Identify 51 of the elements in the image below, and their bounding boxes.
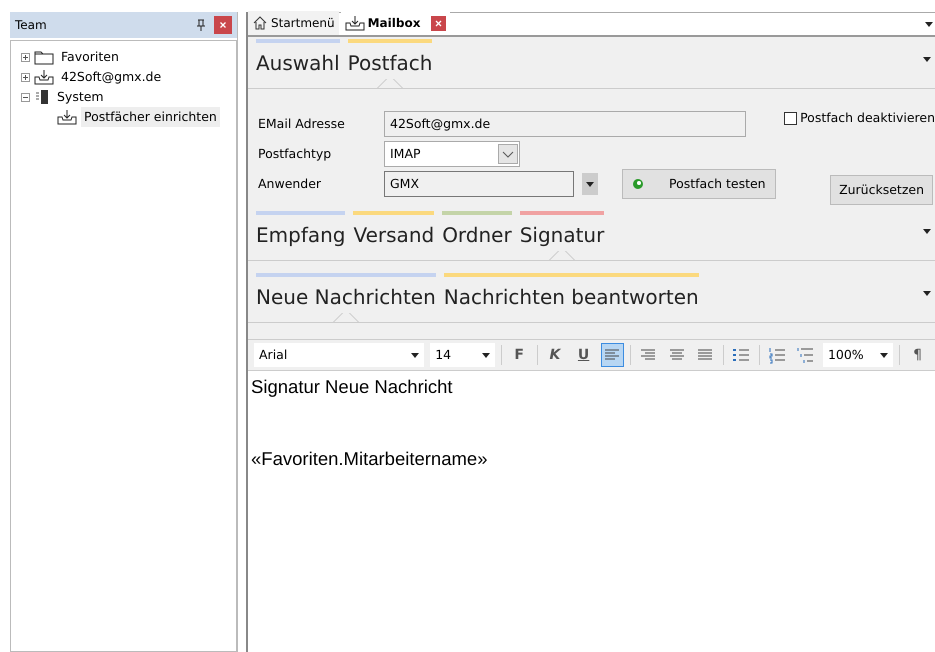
editor-text-line: «Favoriten.Mitarbeitername» — [251, 447, 488, 471]
dropdown-button[interactable] — [582, 173, 598, 195]
dropdown-icon[interactable] — [923, 291, 931, 296]
size-dropdown[interactable]: 14 — [430, 343, 495, 367]
text-field[interactable]: 42Soft@gmx.de — [384, 111, 746, 137]
dropdown-icon[interactable] — [925, 22, 933, 27]
checkbox[interactable]: Postfach deaktivieren — [784, 109, 935, 128]
tree-item[interactable]: Favoriten — [58, 46, 122, 68]
pin-icon — [196, 19, 206, 31]
close-icon[interactable] — [214, 16, 232, 34]
folder-icon — [34, 49, 54, 65]
paragraph-mark-button[interactable]: ¶ — [906, 343, 929, 367]
editor-text-line: Signatur Neue Nachricht — [251, 375, 454, 399]
pivot-tab[interactable]: Empfang — [256, 211, 346, 260]
expand-icon[interactable] — [21, 52, 30, 62]
tree-item[interactable]: System — [54, 86, 107, 108]
field-label: EMail Adresse — [258, 114, 346, 133]
combo-field[interactable]: GMX — [384, 171, 574, 197]
test-button[interactable]: Postfach testen — [622, 169, 776, 199]
italic-button[interactable]: K — [544, 343, 566, 367]
dropdown-field[interactable]: IMAP — [384, 141, 520, 167]
home-icon — [252, 15, 268, 31]
field-label: Anwender — [258, 174, 322, 193]
status-dot-icon — [631, 177, 645, 191]
pivot-tab[interactable]: Auswahl — [256, 39, 340, 88]
tree-item[interactable]: Postfächer einrichten — [81, 106, 220, 128]
bold-button[interactable]: F — [508, 343, 531, 367]
underline-button[interactable]: U — [572, 343, 595, 367]
pivot-tab[interactable]: Ordner — [442, 211, 512, 260]
align-left-button[interactable] — [600, 343, 624, 367]
tree-item[interactable]: 42Soft@gmx.de — [58, 66, 164, 88]
tab-close-icon[interactable] — [431, 16, 446, 30]
dropdown-icon[interactable] — [923, 229, 931, 234]
panel-title: Team — [15, 17, 47, 34]
inbox-icon — [344, 15, 365, 31]
inbox-icon — [57, 109, 77, 125]
expand-icon[interactable] — [21, 72, 30, 82]
font-dropdown[interactable]: Arial — [254, 343, 424, 367]
zoom-dropdown[interactable]: 100% — [822, 343, 894, 367]
field-label: Postfachtyp — [258, 144, 332, 163]
multilevel-list-icon — [796, 345, 816, 365]
collapse-icon[interactable] — [21, 92, 30, 102]
numbered-list-icon — [766, 345, 787, 365]
inbox-icon — [34, 69, 54, 85]
server-icon — [34, 89, 50, 105]
pivot-tab[interactable]: Nachrichten beantworten — [444, 273, 699, 322]
reset-button[interactable]: Zurücksetzen — [830, 175, 933, 205]
dropdown-icon[interactable] — [923, 57, 931, 62]
chevron-down-icon — [498, 144, 518, 164]
document-tab[interactable]: Startmenü — [248, 11, 339, 35]
pivot-tab[interactable]: Versand — [353, 211, 434, 260]
